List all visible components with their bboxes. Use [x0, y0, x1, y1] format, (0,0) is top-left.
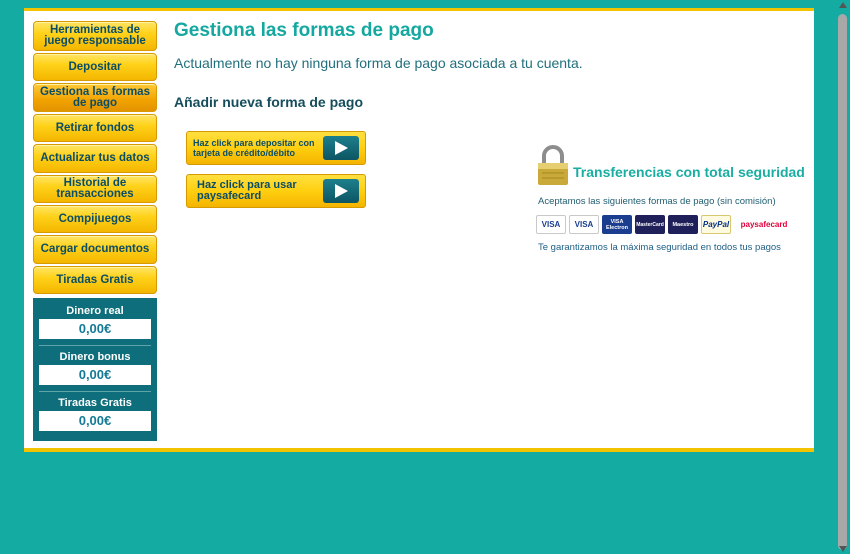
security-title: Transferencias con total seguridad	[573, 164, 805, 180]
scrollbar[interactable]	[838, 14, 847, 550]
sidebar-item-label: Compijuegos	[58, 212, 132, 225]
paysafecard-icon: paysafecard	[734, 215, 794, 234]
scroll-down-arrow-icon[interactable]	[839, 546, 847, 552]
paysafecard-label: Haz click para usar paysafecard	[197, 179, 297, 202]
paysafecard-logo-text: paysafecard	[740, 220, 788, 229]
sidebar-item-transaction-history[interactable]: Historial de transacciones	[33, 175, 157, 203]
maestro-logo-text: Maestro	[672, 221, 694, 228]
visa-icon: VISA	[536, 215, 566, 234]
sidebar: Herramientas de juego responsable Deposi…	[33, 21, 157, 296]
bonus-money-label: Dinero bonus	[59, 351, 131, 363]
paypal-icon: PayPal	[701, 215, 731, 234]
maestro-icon: Maestro	[668, 215, 698, 234]
sidebar-item-label: Retirar fondos	[55, 121, 135, 134]
section-title: Añadir nueva forma de pago	[174, 94, 364, 110]
security-guarantee-text: Te garantizamos la máxima seguridad en t…	[538, 242, 781, 253]
bonus-money-value: 0,00€	[39, 365, 151, 385]
sidebar-item-label: Tiradas Gratis	[56, 273, 134, 286]
divider	[39, 391, 151, 392]
balance-box: Dinero real 0,00€ Dinero bonus 0,00€ Tir…	[33, 298, 157, 441]
sidebar-item-deposit[interactable]: Depositar	[33, 53, 157, 81]
sidebar-item-update-details[interactable]: Actualizar tus datos	[33, 144, 157, 173]
scroll-up-arrow-icon[interactable]	[839, 2, 847, 8]
mastercard-icon: MasterCard	[635, 215, 665, 234]
main-panel: Herramientas de juego responsable Deposi…	[24, 8, 814, 452]
mastercard-logo-text: MasterCard	[636, 221, 664, 228]
sidebar-item-upload-documents[interactable]: Cargar documentos	[33, 235, 157, 264]
visa-electron-logo-text: VISA Electron	[605, 218, 628, 231]
free-spins-value: 0,00€	[39, 411, 151, 431]
play-arrow-icon	[323, 179, 359, 203]
no-payment-message: Actualmente no hay ninguna forma de pago…	[174, 55, 583, 71]
visa-electron-icon: VISA Electron	[602, 215, 632, 234]
visa-logo-text: VISA	[574, 220, 594, 229]
paypal-logo-text: PayPal	[702, 220, 730, 229]
paysafecard-button[interactable]: Haz click para usar paysafecard	[186, 174, 366, 208]
payment-logos: VISA VISA VISA Electron MasterCard Maest…	[536, 215, 797, 234]
card-deposit-label: Haz click para depositar con tarjeta de …	[193, 138, 315, 158]
sidebar-item-compijuegos[interactable]: Compijuegos	[33, 205, 157, 233]
sidebar-item-free-spins[interactable]: Tiradas Gratis	[33, 266, 157, 294]
sidebar-item-label: Historial de transacciones	[56, 177, 134, 200]
play-arrow-icon	[323, 136, 359, 160]
visa-logo-text: VISA	[541, 220, 561, 229]
sidebar-item-label: Depositar	[68, 60, 122, 73]
sidebar-item-label: Cargar documentos	[40, 243, 150, 255]
accepted-methods-text: Aceptamos las siguientes formas de pago …	[538, 196, 776, 207]
card-deposit-button[interactable]: Haz click para depositar con tarjeta de …	[186, 131, 366, 165]
real-money-label: Dinero real	[66, 305, 124, 317]
sidebar-item-withdraw[interactable]: Retirar fondos	[33, 114, 157, 142]
visa-icon: VISA	[569, 215, 599, 234]
padlock-icon	[536, 145, 570, 192]
divider	[39, 345, 151, 346]
page-title: Gestiona las formas de pago	[174, 20, 434, 41]
real-money-value: 0,00€	[39, 319, 151, 339]
sidebar-item-label: Gestiona las formas de pago	[40, 85, 150, 109]
free-spins-label: Tiradas Gratis	[58, 397, 132, 409]
sidebar-item-responsible-gaming[interactable]: Herramientas de juego responsable	[33, 21, 157, 51]
sidebar-item-payment-methods[interactable]: Gestiona las formas de pago	[33, 83, 157, 112]
sidebar-item-label: Actualizar tus datos	[40, 152, 150, 164]
sidebar-item-label: Herramientas de juego responsable	[44, 24, 146, 47]
